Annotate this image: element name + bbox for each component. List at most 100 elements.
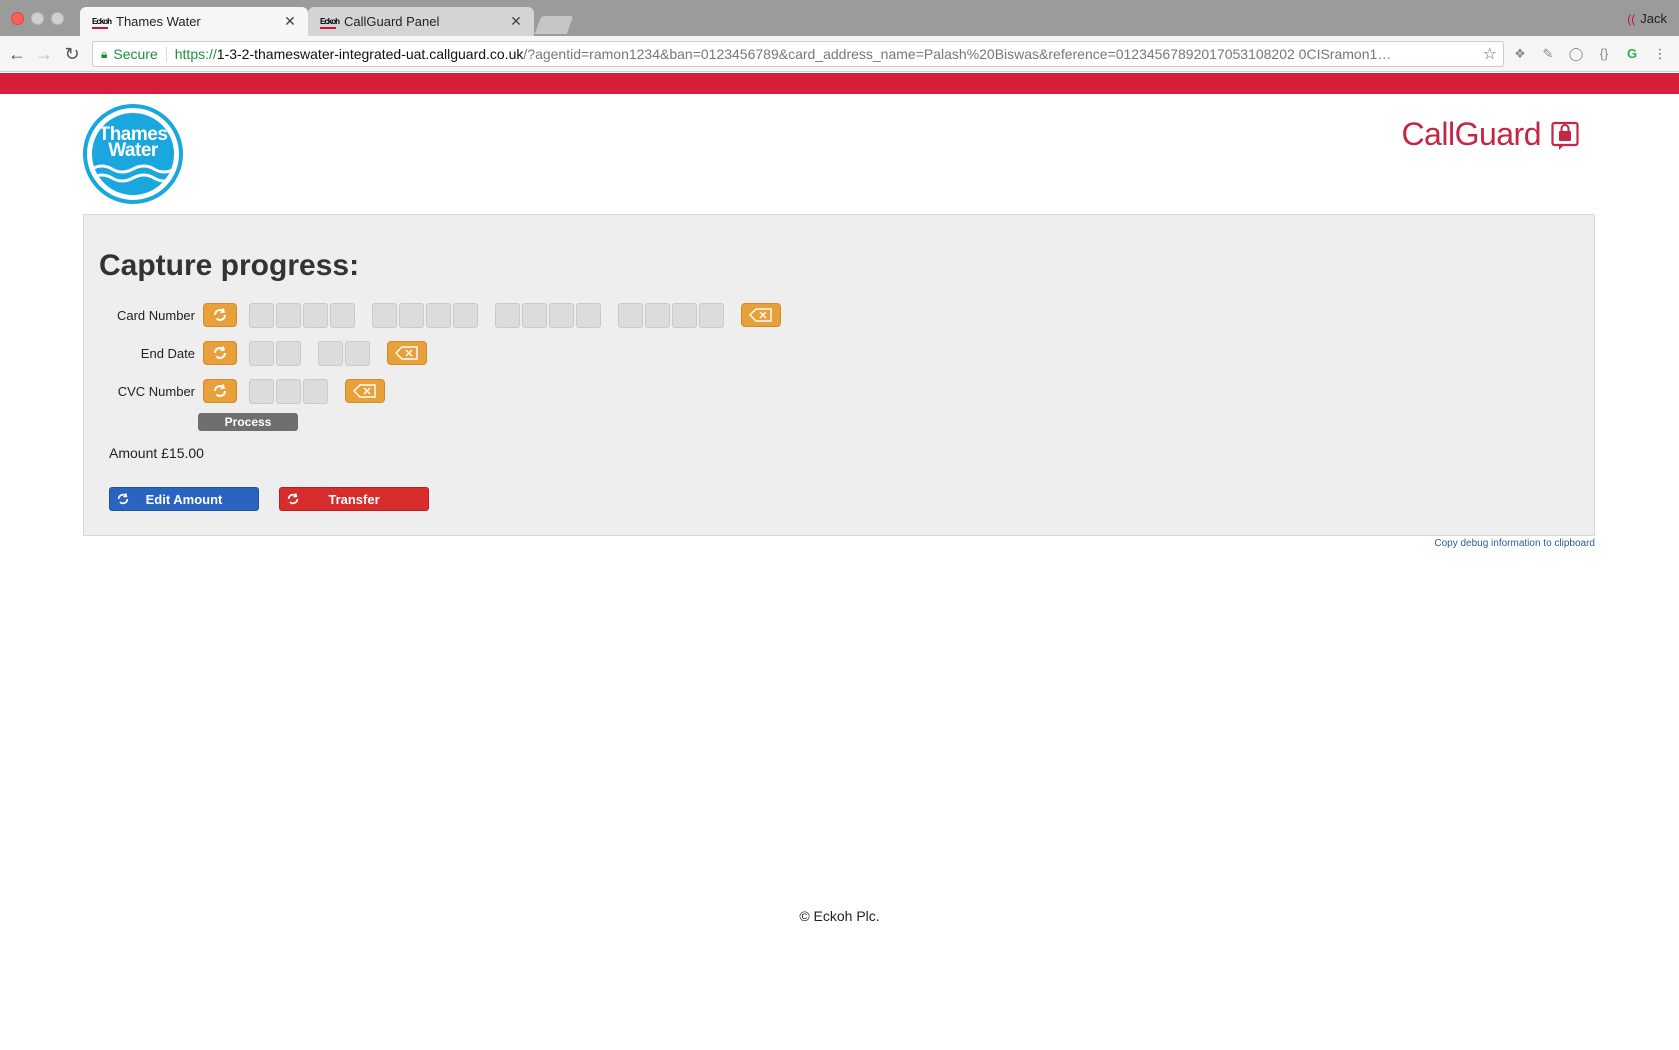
profile-name: Jack [1640,11,1667,26]
back-arrow-icon[interactable]: ← [5,42,29,66]
digit-slot [345,340,370,366]
footer-copyright: © Eckoh Plc. [799,908,880,924]
url-scheme: https:// [174,46,217,62]
card-digit-group [618,302,726,328]
transfer-label: Transfer [328,491,380,507]
digit-slot [672,302,697,328]
copy-debug-link[interactable]: Copy debug information to clipboard [1434,538,1595,549]
digit-slot [522,302,547,328]
refresh-icon [214,346,226,359]
tab-thames-water[interactable]: Eckoh Thames Water ✕ [80,7,308,36]
digit-slot [249,340,274,366]
digit-slot [399,302,424,328]
lock-icon: 🔒︎ [101,46,108,61]
callguard-logo-text: CallGuard [1401,116,1541,152]
digit-slot [303,302,328,328]
digit-slot [645,302,670,328]
browser-tab-bar: Eckoh Thames Water ✕ Eckoh CallGuard Pan… [0,0,1679,36]
digit-slot [549,302,574,328]
browser-toolbar: ← → ↻ 🔒︎ Secure https:// 1-3-2-thameswat… [0,36,1679,72]
forward-arrow-icon[interactable]: → [32,42,56,66]
circle-extension-icon[interactable]: ◯ [1568,46,1584,62]
url-path: /?agentid=ramon1234&ban=0123456789&card_… [523,46,1392,62]
brand-header-bar [0,73,1679,94]
cvc-number-reset-button[interactable] [203,379,237,403]
tab-title: Thames Water [116,14,201,29]
grammarly-extension-icon[interactable]: G [1624,46,1640,62]
backspace-icon [395,346,418,360]
menu-kebab-icon[interactable]: ⋮ [1652,46,1668,62]
digit-slot [699,302,724,328]
digit-slot [249,302,274,328]
callguard-logo: CallGuard [1401,116,1579,153]
digit-slot [303,378,328,404]
amount-text: Amount £15.00 [109,445,204,461]
card-number-reset-button[interactable] [203,303,237,327]
eyedropper-extension-icon[interactable]: ✎ [1540,46,1556,62]
cvc-number-label: CVC Number [117,383,195,399]
cvc-number-delete-button[interactable] [345,379,385,403]
padlock-speech-icon [1551,121,1579,150]
address-bar[interactable]: 🔒︎ Secure https:// 1-3-2-thameswater-int… [92,41,1504,67]
capture-panel: Capture progress: Card Number End Date C… [83,214,1595,536]
bookmark-star-icon[interactable]: ☆ [1477,44,1503,64]
window-zoom-button[interactable] [51,12,64,25]
window-minimize-button[interactable] [31,12,44,25]
secure-label: Secure [113,46,167,62]
tab-close-icon[interactable]: ✕ [508,13,524,30]
logo-text-line2: Water [108,140,158,161]
thames-water-logo: Thames Water [83,104,183,204]
date-digit-group [318,340,372,366]
card-number-label: Card Number [116,307,195,323]
end-date-row: End Date [99,340,427,366]
date-digit-group [249,340,303,366]
card-number-delete-button[interactable] [741,303,781,327]
cvc-digit-group [249,378,330,404]
tab-callguard-panel[interactable]: Eckoh CallGuard Panel ✕ [308,7,534,36]
eckoh-favicon-icon: Eckoh [320,15,340,29]
refresh-icon [117,493,129,505]
url-host: 1-3-2-thameswater-integrated-uat.callgua… [216,46,524,62]
wave-icon [92,164,174,183]
digit-slot [318,340,343,366]
refresh-icon [214,384,226,397]
digit-slot [276,340,301,366]
digit-slot [618,302,643,328]
profile-icon: (( [1627,11,1636,26]
refresh-icon [287,493,299,505]
digit-slot [330,302,355,328]
dropbox-extension-icon[interactable]: ❖ [1512,46,1528,62]
tab-title: CallGuard Panel [344,14,440,29]
code-extension-icon[interactable]: {} [1596,46,1612,62]
new-tab-button[interactable] [534,16,574,34]
digit-slot [576,302,601,328]
cvc-number-row: CVC Number [99,378,385,404]
window-close-button[interactable] [11,12,24,25]
card-number-row: Card Number [99,302,781,328]
digit-slot [426,302,451,328]
card-digit-group [495,302,603,328]
digit-slot [249,378,274,404]
profile-button[interactable]: (( Jack [1627,11,1667,26]
digit-slot [495,302,520,328]
tab-close-icon[interactable]: ✕ [282,13,298,30]
backspace-icon [749,308,772,322]
refresh-icon [214,308,226,321]
eckoh-favicon-icon: Eckoh [92,15,112,29]
card-digit-group [249,302,357,328]
transfer-button[interactable]: Transfer [279,487,429,511]
end-date-label: End Date [140,345,195,361]
capture-title: Capture progress: [99,249,360,282]
digit-slot [372,302,397,328]
digit-slot [276,378,301,404]
edit-amount-label: Edit Amount [145,491,223,507]
end-date-delete-button[interactable] [387,341,427,365]
card-digit-group [372,302,480,328]
end-date-reset-button[interactable] [203,341,237,365]
reload-icon[interactable]: ↻ [60,42,84,66]
process-button[interactable]: Process [198,413,298,431]
digit-slot [276,302,301,328]
edit-amount-button[interactable]: Edit Amount [109,487,259,511]
backspace-icon [353,384,376,398]
digit-slot [453,302,478,328]
